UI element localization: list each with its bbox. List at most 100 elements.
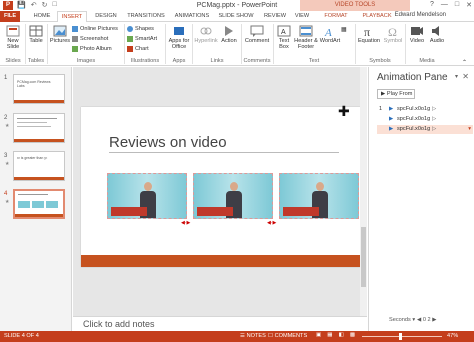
video-frame-3[interactable] [279,173,359,219]
video-control-marker: ◀·▶ [181,220,191,226]
tab-file[interactable]: FILE [0,11,20,22]
animation-item-selected[interactable]: ▶ spcFul.x0o1g ▷ ▾ [377,125,473,134]
tab-insert[interactable]: INSERT [57,11,87,22]
item-dropdown-icon[interactable]: ▾ [468,125,471,134]
audio-button[interactable]: Audio [428,25,446,44]
notes-placeholder: Click to add notes [83,319,155,329]
notes-toggle[interactable]: ☰ NOTES [240,333,266,339]
ribbon: New Slide Slides Table Tables Pictures O… [0,22,474,66]
zoom-slider-handle[interactable] [399,333,402,340]
chart-label: Chart [135,46,149,52]
close-icon[interactable]: ✕ [462,72,469,81]
zoom-slider[interactable] [362,336,442,337]
group-slides-label: Slides [5,58,21,64]
title-underline [109,152,339,153]
audio-icon [432,26,439,36]
tab-review[interactable]: REVIEW [262,11,288,22]
slide-thumbnail-2[interactable] [13,113,65,143]
action-button[interactable]: Action [219,25,239,44]
equation-label: Equation [357,38,381,44]
pictures-label: Pictures [49,38,71,44]
notes-pane[interactable]: Click to add notes [73,316,367,331]
video-button[interactable]: Video [407,25,427,44]
help-icon[interactable]: ? [430,1,434,9]
thumb-text: x² is greater than y² [17,156,48,160]
tab-format[interactable]: FORMAT [320,11,352,22]
slide-thumbnail-1[interactable]: PCMag.com Reviews Labs [13,74,65,104]
tab-design[interactable]: DESIGN [92,11,120,22]
video-frame-1[interactable] [107,173,187,219]
tab-playback[interactable]: PLAYBACK [358,11,396,22]
animation-item[interactable]: ▶ spcFul.x0o1g ▷ [377,115,473,124]
text-more-icons[interactable]: ▦ [341,26,347,33]
scrollbar-thumb[interactable] [361,227,366,287]
video-icon [411,27,423,35]
tab-transitions[interactable]: TRANSITIONS [124,11,168,22]
tab-view[interactable]: VIEW [292,11,312,22]
new-slide-button[interactable]: New Slide [3,25,23,50]
pane-options-icon[interactable]: ▾ [455,73,458,80]
play-effect-icon: ▶ [389,126,394,132]
online-pictures-label: Online Pictures [80,26,118,32]
thumb-footer-bar [14,139,64,142]
table-button[interactable]: Table [27,25,45,44]
slide-title[interactable]: Reviews on video [109,134,227,151]
slideshow-view-icon[interactable]: ▩ [350,332,355,338]
slide-sorter-icon[interactable]: ▦ [327,332,332,338]
zoom-level[interactable]: 47% [447,333,458,339]
slide-counter: SLIDE 4 OF 4 [4,333,39,339]
video-caption-bar [197,207,233,216]
close-icon[interactable]: ✕ [466,1,472,9]
pictures-icon [53,25,67,37]
apps-for-office-button[interactable]: Apps for Office [167,25,191,50]
tab-slide-show[interactable]: SLIDE SHOW [216,11,256,22]
reading-view-icon[interactable]: ◧ [339,332,344,338]
slide-canvas[interactable]: Reviews on video ◀·▶ ◀·▶ [81,107,363,267]
table-label: Table [29,38,43,44]
seconds-label: Seconds [389,317,411,323]
ruler-marker-left-icon[interactable]: ◀ [417,317,421,323]
comment-button[interactable]: Comment [243,25,271,44]
ruler-marker-right-icon[interactable]: ▶ [432,317,436,323]
online-pictures-button[interactable]: Online Pictures [72,26,118,32]
group-divider [192,24,193,64]
thumb-number: 2 [4,115,8,121]
collapse-ribbon-icon[interactable]: ⌃ [462,59,467,66]
photo-album-button[interactable]: Photo Album [72,46,112,52]
hyperlink-button[interactable]: Hyperlink [194,25,218,44]
video-frame-2[interactable] [193,173,273,219]
equation-button[interactable]: π Equation [357,25,381,44]
animation-item-label: spcFul.x0o1g [397,126,431,132]
thumb-line [17,118,57,119]
chart-button[interactable]: Chart [127,46,149,52]
tab-animations[interactable]: ANIMATIONS [172,11,212,22]
animation-item[interactable]: 1 ▶ spcFul.x0o1g ▷ [377,105,473,114]
shapes-button[interactable]: Shapes [127,26,154,32]
symbol-button[interactable]: Ω Symbol [382,25,404,44]
photo-album-icon [72,46,78,52]
date-icon[interactable]: ▦ [341,26,347,33]
play-effect-icon: ▶ [389,116,394,122]
user-name[interactable]: Edward Mendelson [395,12,446,18]
video-label: Video [409,38,425,44]
screenshot-button[interactable]: Screenshot [72,36,108,42]
animation-pane-title: Animation Pane [377,72,448,83]
editor-scrollbar[interactable] [360,67,367,331]
normal-view-icon[interactable]: ▣ [316,332,321,338]
slide-thumbnail-3[interactable]: x² is greater than y² [13,151,65,181]
wordart-button[interactable]: A WordArt [319,25,341,44]
play-from-button[interactable]: ▶ Play From [377,89,415,99]
video-caption-bar [111,207,147,216]
text-box-button[interactable]: A Text Box [275,25,293,50]
seconds-button[interactable]: Seconds ▾ [389,317,415,323]
smartart-button[interactable]: SmartArt [127,36,157,42]
maximize-icon[interactable]: □ [455,1,459,9]
slide-thumbnail-4[interactable] [13,189,65,219]
header-footer-button[interactable]: Header & Footer [294,25,318,50]
tab-home[interactable]: HOME [30,11,54,22]
minimize-icon[interactable]: — [441,1,448,9]
smartart-icon [127,36,133,42]
pictures-button[interactable]: Pictures [49,25,71,44]
play-effect-icon: ▶ [389,106,394,112]
comments-toggle[interactable]: ☐ COMMENTS [268,333,307,339]
